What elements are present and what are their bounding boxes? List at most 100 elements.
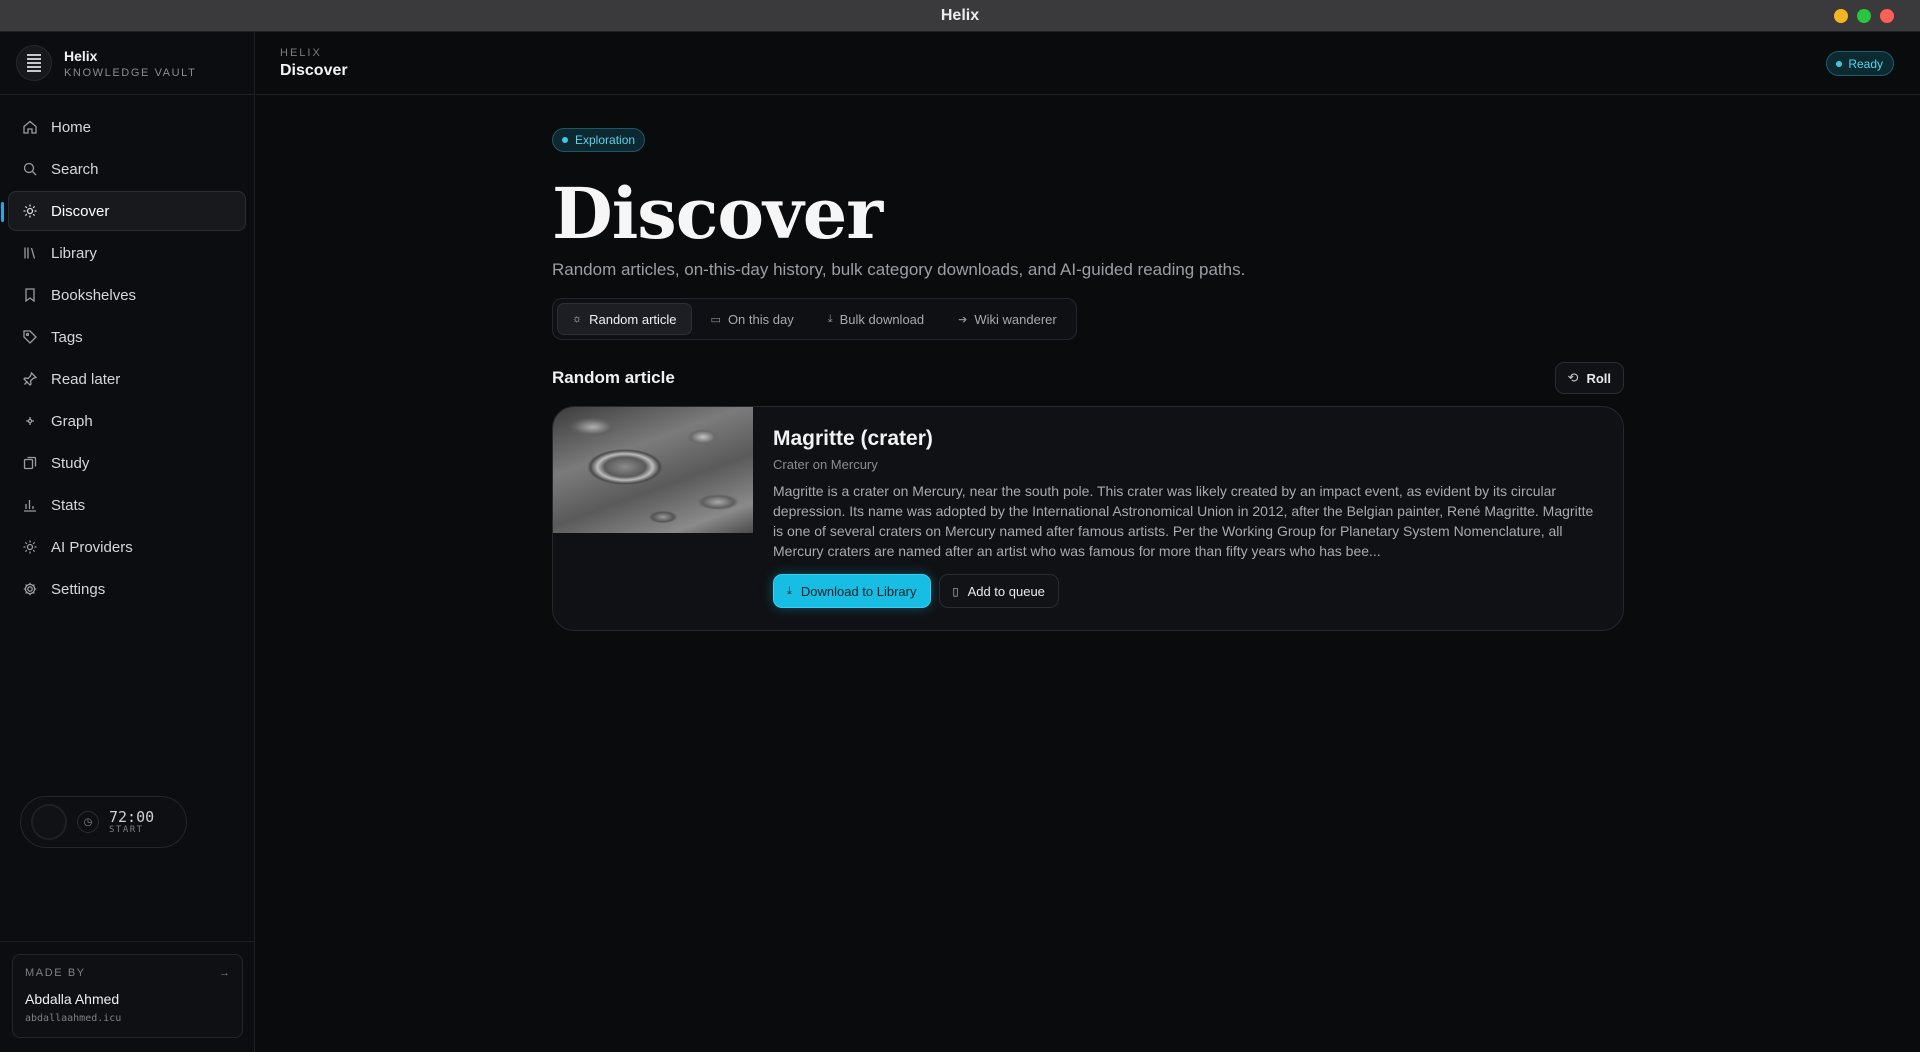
top-bar: HELIX Discover Ready	[256, 32, 1920, 95]
sidebar-item-library[interactable]: Library	[8, 233, 246, 273]
sidebar-item-stats[interactable]: Stats	[8, 485, 246, 525]
discover-tabs: ☼ Random article ▭ On this day ⤓ Bulk do…	[552, 298, 1077, 340]
status-dot-icon	[1836, 60, 1843, 67]
brand-name: Helix	[64, 47, 98, 64]
main-content: Exploration Discover Random articles, on…	[552, 128, 1624, 631]
sparkle-icon	[22, 539, 38, 555]
made-by-section: MADE BY → Abdalla Ahmed abdallaahmed.icu	[0, 941, 255, 1050]
sidebar-item-tags[interactable]: Tags	[8, 317, 246, 357]
sidebar-item-settings[interactable]: Settings	[8, 569, 246, 609]
tab-wiki-wanderer[interactable]: ➔ Wiki wanderer	[943, 303, 1072, 335]
roll-label: Roll	[1586, 370, 1611, 386]
status-text: Ready	[1848, 56, 1883, 71]
sidebar-item-label: Bookshelves	[51, 286, 137, 304]
bookmark-icon	[22, 287, 38, 303]
maximize-button[interactable]	[1857, 9, 1871, 23]
add-to-queue-button[interactable]: ▯ Add to queue	[938, 574, 1059, 608]
tab-random-article[interactable]: ☼ Random article	[557, 303, 692, 335]
article-card: Magritte (crater) Crater on Mercury Magr…	[552, 406, 1624, 631]
tab-label: On this day	[727, 311, 794, 327]
tab-label: Bulk download	[839, 311, 925, 327]
sparkle-icon: ☼	[572, 313, 583, 325]
download-to-library-button[interactable]: ⤓ Download to Library	[773, 574, 931, 608]
badge-label: Exploration	[575, 133, 636, 147]
section-title: Random article	[552, 368, 675, 387]
sidebar-item-ai-providers[interactable]: AI Providers	[8, 527, 246, 567]
sidebar-item-label: Search	[51, 160, 99, 178]
sidebar-item-label: Stats	[51, 496, 86, 514]
sidebar-item-bookshelves[interactable]: Bookshelves	[8, 275, 246, 315]
article-actions: ⤓ Download to Library ▯ Add to queue	[773, 574, 1603, 608]
bar-chart-icon	[22, 497, 38, 513]
page-subtitle: Random articles, on-this-day history, bu…	[552, 260, 1246, 279]
graph-icon	[22, 413, 38, 429]
window-title: Helix	[940, 6, 980, 24]
article-subtitle: Crater on Mercury	[773, 457, 878, 472]
status-badge: Ready	[1826, 51, 1894, 76]
sidebar-item-read-later[interactable]: Read later	[8, 359, 246, 399]
focus-timer[interactable]: ◷ 72:00 START	[20, 796, 187, 848]
exploration-badge: Exploration	[552, 128, 646, 152]
library-icon	[22, 245, 38, 261]
clock-icon[interactable]: ◷	[77, 811, 99, 833]
made-by-card[interactable]: MADE BY → Abdalla Ahmed abdallaahmed.icu	[12, 954, 243, 1038]
article-body: Magritte (crater) Crater on Mercury Magr…	[753, 407, 1623, 630]
download-label: Download to Library	[800, 583, 917, 599]
sidebar-item-label: Read later	[51, 370, 121, 388]
sidebar-item-search[interactable]: Search	[8, 149, 246, 189]
timer-time: 72:00	[109, 807, 155, 826]
sidebar-item-label: Discover	[51, 202, 110, 220]
home-icon	[22, 119, 38, 135]
breadcrumb: HELIX	[280, 47, 322, 59]
close-button[interactable]	[1880, 9, 1894, 23]
page-title: Discover	[552, 172, 883, 255]
bookmark-icon: ▯	[952, 585, 959, 598]
section-header: Random article ⟲ Roll	[552, 362, 1624, 394]
search-icon	[22, 161, 38, 177]
header-title: Discover	[280, 62, 348, 79]
refresh-icon: ⟲	[1567, 370, 1579, 385]
sidebar-item-graph[interactable]: Graph	[8, 401, 246, 441]
tab-on-this-day[interactable]: ▭ On this day	[696, 303, 809, 335]
cards-icon	[22, 455, 38, 471]
sidebar: Helix KNOWLEDGE VAULT Home Search Discov…	[0, 32, 255, 1052]
tab-bulk-download[interactable]: ⤓ Bulk download	[813, 303, 939, 335]
sidebar-item-label: Library	[51, 244, 97, 262]
wand-icon: ➔	[958, 313, 968, 326]
tab-label: Random article	[589, 311, 677, 327]
article-title[interactable]: Magritte (crater)	[773, 427, 1603, 451]
download-icon: ⤓	[827, 312, 833, 325]
article-thumbnail	[553, 407, 753, 533]
gear-icon	[22, 581, 38, 597]
made-by-kicker: MADE BY	[25, 967, 86, 979]
author-link[interactable]: abdallaahmed.icu	[25, 1013, 230, 1024]
download-icon: ⤓	[787, 584, 792, 597]
brand: Helix KNOWLEDGE VAULT	[0, 32, 254, 95]
window-controls	[1834, 9, 1894, 23]
sidebar-item-study[interactable]: Study	[8, 443, 246, 483]
queue-label: Add to queue	[967, 583, 1045, 599]
badge-dot-icon	[562, 137, 568, 143]
sidebar-item-label: Study	[51, 454, 90, 472]
sidebar-item-home[interactable]: Home	[8, 107, 246, 147]
roll-button[interactable]: ⟲ Roll	[1554, 362, 1624, 394]
author-name: Abdalla Ahmed	[25, 991, 120, 1007]
calendar-icon: ▭	[710, 313, 721, 326]
timer-progress-ring	[31, 804, 67, 840]
sparkle-icon	[22, 203, 38, 219]
arrow-right-icon: →	[219, 967, 230, 979]
timer-start-label[interactable]: START	[109, 825, 154, 835]
sidebar-item-label: AI Providers	[51, 538, 133, 556]
minimize-button[interactable]	[1834, 9, 1848, 23]
sidebar-item-label: Settings	[51, 580, 106, 598]
sidebar-item-label: Home	[51, 118, 92, 136]
sidebar-nav: Home Search Discover Library Bookshelves…	[0, 95, 254, 609]
article-summary: Magritte is a crater on Mercury, near th…	[773, 483, 1594, 559]
tab-label: Wiki wanderer	[974, 311, 1057, 327]
brand-subtitle: KNOWLEDGE VAULT	[64, 66, 197, 79]
sidebar-item-label: Graph	[51, 412, 93, 430]
sidebar-item-discover[interactable]: Discover	[1, 191, 246, 231]
logo-icon	[16, 45, 52, 81]
window-titlebar: Helix	[0, 0, 1920, 32]
sidebar-item-label: Tags	[51, 328, 83, 346]
